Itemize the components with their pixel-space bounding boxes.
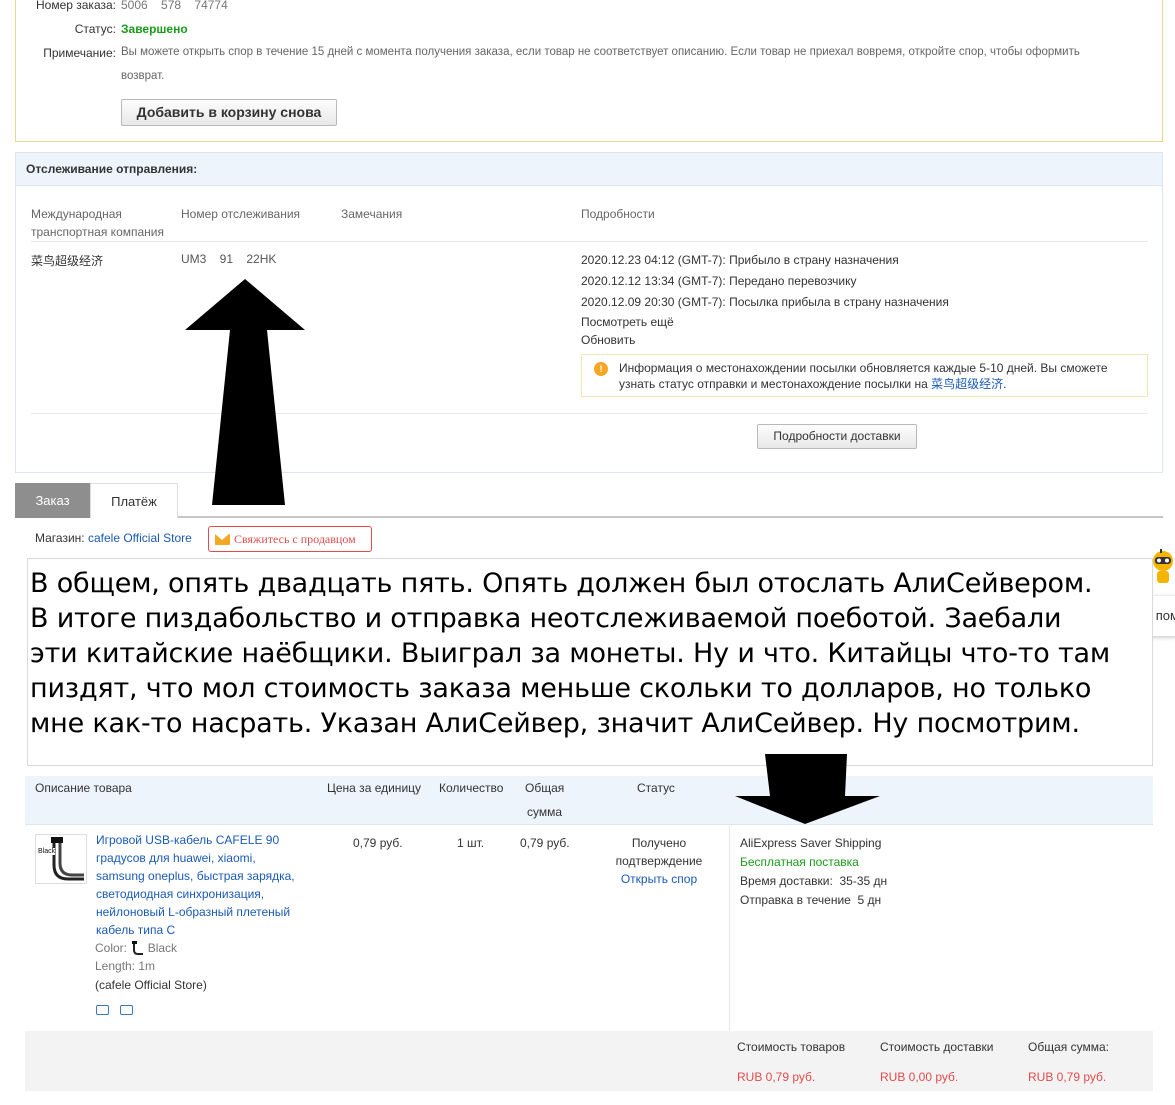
open-dispute-link[interactable]: Открыть спор [610, 870, 708, 888]
tab-order[interactable]: Заказ [15, 483, 90, 518]
shipping-cost-label: Стоимость доставки [880, 1040, 994, 1054]
tracking-event: 2020.12.23 04:12 (GMT-7): Прибыло в стра… [581, 253, 899, 267]
col-carrier: Международная транспортная компания [31, 207, 164, 239]
caption-overlay: В общем, опять двадцать пять. Опять долж… [27, 558, 1153, 766]
caption-line: пиздят, что мол стоимость заказа меньше … [30, 673, 1092, 704]
status-line1: Получено [631, 836, 687, 850]
contact-seller-label: Свяжитесь с продавцом [234, 532, 356, 546]
dispatch-time: Отправка в течение 5 дн [740, 893, 882, 907]
product-color: Color: Black [95, 939, 177, 957]
bulb-icon: ! [594, 362, 608, 376]
store-line: Магазин: cafele Official Store [35, 531, 192, 545]
tracking-number: UM3 91 22HK [181, 252, 277, 266]
order-status: Завершено [121, 22, 188, 36]
contact-seller-button[interactable]: Свяжитесь с продавцом [208, 526, 372, 552]
col-quantity: Количество [439, 781, 504, 795]
color-value: Black [147, 941, 178, 955]
divider [31, 241, 1148, 242]
product-title-line[interactable]: светодиодная синхронизация, [96, 885, 321, 903]
delivery-details-button[interactable]: Подробности доставки [757, 424, 917, 449]
caption-line: эти китайские наёбщики. Выиграл за монет… [30, 638, 1111, 669]
total-sum-label: Общая сумма: [1028, 1040, 1109, 1054]
col-description: Описание товара [35, 781, 132, 795]
shipping-method: AliExpress Saver Shipping [740, 836, 882, 850]
col-total: Общая [525, 781, 565, 795]
note-text-line1: Вы можете открыть спор в течение 15 дней… [121, 46, 1080, 58]
order-number: 5006 578 74774 [121, 0, 228, 12]
goods-cost-label: Стоимость товаров [737, 1040, 846, 1054]
tracking-event: 2020.12.09 20:30 (GMT-7): Посылка прибыл… [581, 295, 949, 309]
product-title-line[interactable]: нейлоновый L-образный плетеный [96, 903, 321, 921]
col-tracking-number: Номер отслеживания [181, 207, 301, 221]
product-title-line[interactable]: кабель типа C [96, 921, 321, 939]
goods-cost-value: RUB 0,79 руб. [737, 1070, 816, 1084]
see-more-link[interactable]: Посмотреть ещё [581, 315, 674, 329]
col-total-2: сумма [527, 805, 563, 819]
product-image[interactable]: Black [35, 834, 87, 884]
col-remarks: Замечания [341, 207, 403, 221]
product-length: Length: 1m [95, 959, 156, 973]
shipping-icon[interactable] [96, 1005, 109, 1015]
store-link[interactable]: cafele Official Store [88, 531, 192, 545]
item-status: Получено подтверждение Открыть спор [610, 834, 708, 888]
product-title[interactable]: Игровой USB-кабель CAFELE 90 градусов дл… [96, 831, 321, 939]
refresh-link[interactable]: Обновить [581, 333, 635, 347]
caption-line: мне как-то насрать. Указан АлиСейвер, зн… [30, 708, 1080, 739]
unit-price: 0,79 руб. [353, 836, 403, 850]
location-info-text: Информация о местонахождении посылки обн… [619, 360, 1129, 392]
free-shipping: Бесплатная поставка [740, 855, 859, 869]
order-totals: Стоимость товаров Стоимость доставки Общ… [25, 1031, 1153, 1091]
mail-icon [215, 534, 230, 545]
quantity: 1 шт. [457, 836, 485, 850]
info-text-line1: Информация о местонахождении посылки обн… [619, 361, 1108, 375]
note-label: Примечание: [43, 46, 116, 60]
col-details: Подробности [581, 207, 655, 221]
carrier-link[interactable]: 菜鸟超级经济 [931, 377, 1003, 391]
color-swatch-icon [130, 941, 144, 955]
order-info-panel: Номер заказа: 5006 578 74774 Статус: Зав… [15, 0, 1163, 142]
tracking-event: 2020.12.12 13:34 (GMT-7): Передано перев… [581, 274, 857, 288]
delivery-time: Время доставки: 35-35 дн [740, 874, 888, 888]
carrier-name: 菜鸟超级经济 [31, 254, 104, 268]
add-to-cart-again-button[interactable]: Добавить в корзину снова [121, 99, 337, 126]
product-store: (cafele Official Store) [95, 978, 207, 992]
column-divider [729, 826, 730, 1031]
card-icon[interactable] [120, 1005, 133, 1015]
product-table-header: Описание товара Цена за единицу Количест… [25, 776, 1153, 825]
product-title-line[interactable]: Игровой USB-кабель CAFELE 90 [96, 831, 321, 849]
caption-line: В итоге пиздабольство и отправка неотсле… [30, 603, 1062, 634]
cable-image-icon [51, 837, 84, 881]
status-label: Статус: [74, 22, 116, 36]
line-total: 0,79 руб. [520, 836, 570, 850]
color-label: Color: [95, 941, 128, 955]
location-info-box: ! Информация о местонахождении посылки о… [581, 354, 1148, 397]
caption-line: В общем, опять двадцать пять. Опять долж… [30, 568, 1093, 599]
total-sum-value: RUB 0,79 руб. [1028, 1070, 1107, 1084]
tab-payment[interactable]: Платёж [90, 483, 178, 518]
col-unit-price: Цена за единицу [327, 781, 422, 795]
note-text-line2: возврат. [121, 70, 165, 82]
col-status: Статус [637, 781, 675, 795]
shipping-cost-value: RUB 0,00 руб. [880, 1070, 959, 1084]
store-label: Магазин: [35, 531, 85, 545]
info-text-line2: узнать статус отправки и местонахождение… [619, 377, 928, 391]
tracking-header: Отслеживание отправления: [16, 153, 1162, 186]
thumb-label: Black [38, 848, 56, 855]
product-title-line[interactable]: samsung oneplus, быстрая зарядка, [96, 867, 321, 885]
order-number-label: Номер заказа: [35, 0, 116, 12]
down-arrow-icon [735, 754, 880, 824]
status-line2: подтверждение [615, 854, 703, 868]
info-text-end: . [1003, 377, 1007, 391]
up-arrow-icon [185, 279, 305, 505]
product-title-line[interactable]: градусов для huawei, xiaomi, [96, 849, 321, 867]
